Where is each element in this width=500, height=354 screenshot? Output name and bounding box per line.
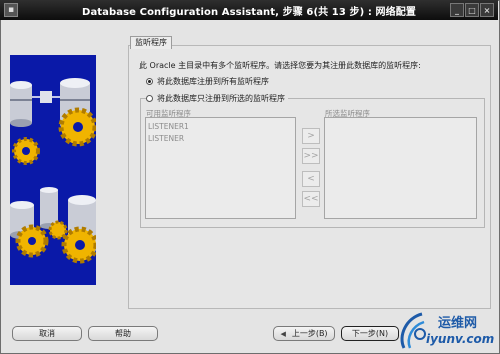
selected-listeners-list[interactable]	[324, 117, 477, 219]
radio-button[interactable]	[146, 95, 153, 102]
option-label: 将此数据库注册到所有监听程序	[157, 77, 269, 86]
add-all-button[interactable]: >>	[302, 148, 320, 164]
gear-icon	[58, 107, 96, 147]
gear-icon	[61, 226, 96, 264]
minimize-button[interactable]: _	[450, 3, 464, 17]
tab-listener[interactable]: 监听程序	[130, 36, 172, 49]
help-button-label: 帮助	[115, 329, 131, 338]
cancel-button-label: 取消	[39, 329, 55, 338]
add-button[interactable]: >	[302, 128, 320, 144]
help-button[interactable]: 帮助	[88, 326, 158, 341]
cancel-button[interactable]: 取消	[12, 326, 82, 341]
window-menu-icon[interactable]: ▪	[4, 3, 18, 17]
window-title: Database Configuration Assistant, 步骤 6(共…	[82, 6, 416, 18]
option-register-all[interactable]: 将此数据库注册到所有监听程序	[146, 76, 269, 87]
option-label: 将此数据库只注册到所选的监听程序	[157, 94, 285, 103]
back-button-label: 上一步(B)	[291, 329, 328, 338]
database-gears-illustration	[10, 55, 96, 285]
gear-icon	[48, 220, 68, 240]
chevron-left-icon: ◀	[280, 329, 286, 338]
database-icon	[10, 81, 32, 127]
radio-button[interactable]	[146, 78, 153, 85]
gear-icon	[15, 224, 49, 258]
next-button-label: 下一步(N)	[351, 329, 389, 338]
available-listeners-list[interactable]: LISTENER1 LISTENER	[145, 117, 296, 219]
remove-button[interactable]: <	[302, 171, 320, 187]
close-button[interactable]: ×	[480, 3, 494, 17]
instruction-text: 此 Oracle 主目录中有多个监听程序。请选择您要为其注册此数据库的监听程序:	[139, 61, 421, 70]
option-register-selected[interactable]: 将此数据库只注册到所选的监听程序	[146, 93, 288, 104]
watermark-url: iyunv.com	[426, 332, 495, 346]
watermark-text: 运维网	[438, 316, 478, 331]
maximize-button[interactable]: □	[465, 3, 479, 17]
list-item[interactable]: LISTENER	[148, 133, 293, 145]
remove-all-button[interactable]: <<	[302, 191, 320, 207]
illustration-banner	[10, 55, 96, 285]
list-item[interactable]: LISTENER1	[148, 121, 293, 133]
next-button[interactable]: 下一步(N)	[341, 326, 399, 341]
back-button[interactable]: ◀ 上一步(B)	[273, 326, 335, 341]
title-bar[interactable]: ▪ Database Configuration Assistant, 步骤 6…	[0, 0, 498, 20]
gear-icon	[12, 137, 40, 165]
